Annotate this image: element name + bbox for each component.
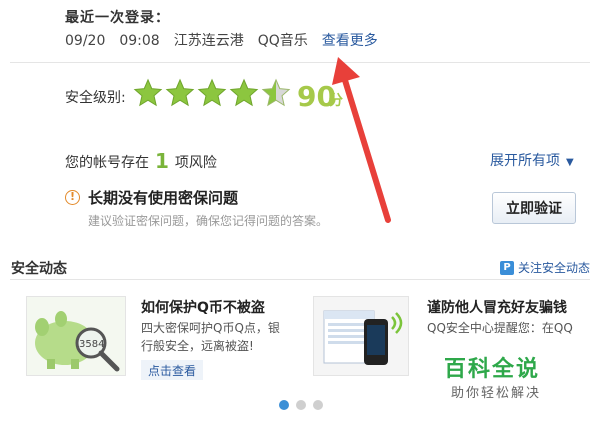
last-login-details: 09/20 09:08 江苏连云港 QQ音乐 查看更多 [65, 30, 378, 50]
star-full-icon [165, 78, 195, 107]
piggy-bank-icon: 3584 [35, 311, 120, 372]
login-date: 09/20 [65, 33, 106, 49]
follow-label: 关注安全动态 [518, 261, 591, 275]
red-arrow-annotation [332, 57, 391, 223]
security-level-label: 安全级别: [65, 90, 126, 106]
login-location: 江苏连云港 [173, 33, 244, 49]
expand-all-link[interactable]: 展开所有项 ▼ [490, 150, 574, 170]
watermark-subtitle: 助你轻松解决 [451, 386, 542, 401]
card-title[interactable]: 谨防他人冒充好友骗钱 [427, 297, 567, 317]
news-section-title: 安全动态 [11, 261, 67, 277]
carousel-dot-2[interactable] [296, 400, 306, 410]
divider [10, 62, 590, 63]
warning-icon: ! [65, 190, 80, 205]
star-full-icon [197, 78, 227, 107]
view-details-button[interactable]: 点击查看 [141, 360, 203, 380]
image-number: 3584 [79, 339, 104, 350]
carousel-dots [279, 400, 323, 410]
phone-screenshot-image[interactable] [313, 296, 409, 376]
watermark-title: 百科全说 [444, 357, 541, 382]
phone-icon [323, 310, 403, 365]
risk-suffix: 项风险 [174, 155, 217, 171]
chevron-down-icon: ▼ [566, 157, 574, 168]
card-desc: QQ安全中心提醒您：在QQ [427, 321, 573, 335]
security-stars [133, 78, 291, 108]
follow-icon: P [500, 260, 514, 275]
carousel-dot-3[interactable] [313, 400, 323, 410]
carousel-dot-1[interactable] [279, 400, 289, 410]
card-title[interactable]: 如何保护Q币不被盗 [141, 297, 265, 317]
risk-item-desc: 建议验证密保问题，确保您记得问题的答案。 [88, 214, 329, 228]
risk-item-title: 长期没有使用密保问题 [88, 189, 239, 207]
divider [10, 279, 590, 280]
star-full-icon [229, 78, 259, 107]
card-desc: 四大密保呵护Q币Q点，银行般安全，远离被盗! [141, 321, 280, 353]
follow-news-link[interactable]: P 关注安全动态 [500, 259, 590, 276]
last-login-title: 最近一次登录： [65, 10, 170, 26]
view-more-link[interactable]: 查看更多 [322, 33, 378, 49]
verify-now-button[interactable]: 立即验证 [492, 192, 576, 224]
star-half-icon [261, 78, 291, 107]
login-time: 09:08 [119, 33, 160, 49]
star-full-icon [133, 78, 163, 107]
risk-summary: 您的帐号存在 1 项风险 [65, 148, 217, 173]
login-app: QQ音乐 [257, 33, 308, 49]
expand-all-label: 展开所有项 [490, 153, 560, 169]
risk-prefix: 您的帐号存在 [65, 155, 149, 171]
risk-count: 1 [155, 149, 169, 173]
piggy-bank-image[interactable]: 3584 [26, 296, 126, 376]
